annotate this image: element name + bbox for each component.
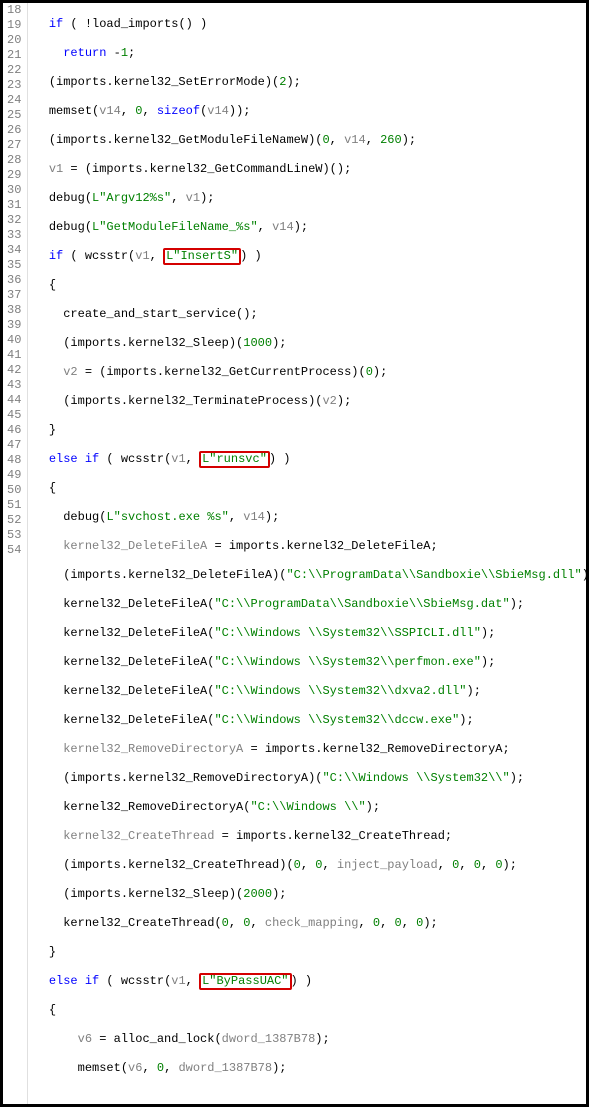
line-number: 46 <box>7 423 21 438</box>
code-line: { <box>34 481 586 496</box>
line-number: 52 <box>7 513 21 528</box>
line-number: 27 <box>7 138 21 153</box>
line-number: 40 <box>7 333 21 348</box>
line-number: 41 <box>7 348 21 363</box>
code-line: } <box>34 423 586 438</box>
code-line: (imports.kernel32_RemoveDirectoryA)("C:\… <box>34 771 586 786</box>
code-line: kernel32_DeleteFileA("C:\\ProgramData\\S… <box>34 597 586 612</box>
line-number: 39 <box>7 318 21 333</box>
line-number: 37 <box>7 288 21 303</box>
code-line: v1 = (imports.kernel32_GetCommandLineW)(… <box>34 162 586 177</box>
line-number: 33 <box>7 228 21 243</box>
highlight-runsvc: L"runsvc" <box>199 451 270 468</box>
code-line: create_and_start_service(); <box>34 307 586 322</box>
line-number: 43 <box>7 378 21 393</box>
code-line: kernel32_RemoveDirectoryA("C:\\Windows \… <box>34 800 586 815</box>
code-line: kernel32_DeleteFileA("C:\\Windows \\Syst… <box>34 684 586 699</box>
code-line: else if ( wcsstr(v1, L"ByPassUAC") ) <box>34 974 586 989</box>
line-number: 38 <box>7 303 21 318</box>
line-number: 35 <box>7 258 21 273</box>
line-number: 54 <box>7 543 21 558</box>
code-line: } <box>34 945 586 960</box>
line-number: 30 <box>7 183 21 198</box>
code-line: debug(L"svchost.exe %s", v14); <box>34 510 586 525</box>
code-line: (imports.kernel32_CreateThread)(0, 0, in… <box>34 858 586 873</box>
code-line: (imports.kernel32_DeleteFileA)("C:\\Prog… <box>34 568 586 583</box>
code-line: { <box>34 278 586 293</box>
code-line: if ( wcsstr(v1, L"InsertS") ) <box>34 249 586 264</box>
highlight-bypassuac: L"ByPassUAC" <box>199 973 291 990</box>
line-number: 23 <box>7 78 21 93</box>
line-number: 44 <box>7 393 21 408</box>
code-line: if ( !load_imports() ) <box>34 17 586 32</box>
code-line: kernel32_RemoveDirectoryA = imports.kern… <box>34 742 586 757</box>
code-line: else if ( wcsstr(v1, L"runsvc") ) <box>34 452 586 467</box>
code-line: { <box>34 1003 586 1018</box>
code-line: (imports.kernel32_Sleep)(1000); <box>34 336 586 351</box>
code-line: (imports.kernel32_Sleep)(2000); <box>34 887 586 902</box>
line-number: 25 <box>7 108 21 123</box>
code-line: kernel32_CreateThread(0, 0, check_mappin… <box>34 916 586 931</box>
code-line: kernel32_DeleteFileA("C:\\Windows \\Syst… <box>34 626 586 641</box>
line-number: 20 <box>7 33 21 48</box>
line-number: 32 <box>7 213 21 228</box>
line-number: 50 <box>7 483 21 498</box>
code-line: debug(L"GetModuleFileName_%s", v14); <box>34 220 586 235</box>
line-number: 51 <box>7 498 21 513</box>
code-line: memset(v14, 0, sizeof(v14)); <box>34 104 586 119</box>
line-number: 24 <box>7 93 21 108</box>
line-number-gutter: 18 19 20 21 22 23 24 25 26 27 28 29 30 3… <box>3 3 28 1104</box>
code-line: (imports.kernel32_GetModuleFileNameW)(0,… <box>34 133 586 148</box>
code-line: kernel32_CreateThread = imports.kernel32… <box>34 829 586 844</box>
code-line: kernel32_DeleteFileA("C:\\Windows \\Syst… <box>34 713 586 728</box>
code-line: v2 = (imports.kernel32_GetCurrentProcess… <box>34 365 586 380</box>
line-number: 53 <box>7 528 21 543</box>
highlight-inserts: L"InsertS" <box>163 248 241 265</box>
line-number: 34 <box>7 243 21 258</box>
code-line: (imports.kernel32_TerminateProcess)(v2); <box>34 394 586 409</box>
line-number: 19 <box>7 18 21 33</box>
line-number: 49 <box>7 468 21 483</box>
line-number: 26 <box>7 123 21 138</box>
line-number: 29 <box>7 168 21 183</box>
code-line: kernel32_DeleteFileA("C:\\Windows \\Syst… <box>34 655 586 670</box>
code-line: v6 = alloc_and_lock(dword_1387B78); <box>34 1032 586 1047</box>
code-area[interactable]: if ( !load_imports() ) return -1; (impor… <box>28 3 586 1104</box>
code-line: (imports.kernel32_SetErrorMode)(2); <box>34 75 586 90</box>
code-line: memset(v6, 0, dword_1387B78); <box>34 1061 586 1076</box>
line-number: 36 <box>7 273 21 288</box>
line-number: 22 <box>7 63 21 78</box>
line-number: 45 <box>7 408 21 423</box>
code-viewer: 18 19 20 21 22 23 24 25 26 27 28 29 30 3… <box>3 3 586 1104</box>
line-number: 18 <box>7 3 21 18</box>
line-number: 21 <box>7 48 21 63</box>
line-number: 28 <box>7 153 21 168</box>
line-number: 48 <box>7 453 21 468</box>
line-number: 47 <box>7 438 21 453</box>
code-line: return -1; <box>34 46 586 61</box>
code-line: debug(L"Argv12%s", v1); <box>34 191 586 206</box>
line-number: 42 <box>7 363 21 378</box>
code-line: kernel32_DeleteFileA = imports.kernel32_… <box>34 539 586 554</box>
line-number: 31 <box>7 198 21 213</box>
